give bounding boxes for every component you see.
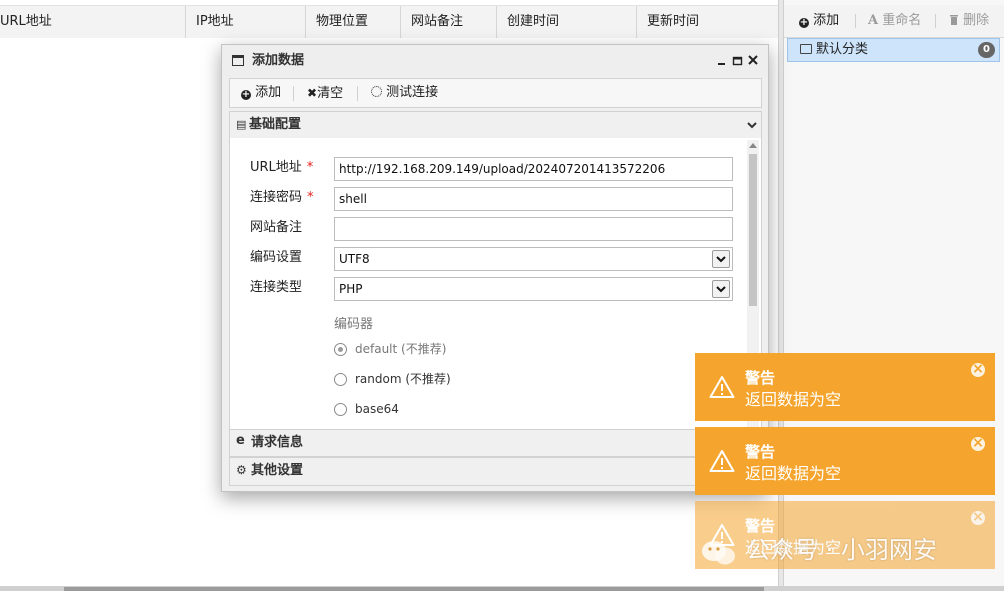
watermark-text: 公众号 · 小羽网安 bbox=[746, 536, 937, 564]
section-request-info[interactable]: e 请求信息 bbox=[229, 429, 762, 457]
note-label: 网站备注 bbox=[250, 220, 303, 235]
add-category-button[interactable]: + 添加 bbox=[799, 5, 839, 37]
rename-category-button[interactable]: A 重命名 bbox=[868, 5, 921, 37]
watermark: 公众号 · 小羽网安 bbox=[700, 533, 937, 567]
category-item-default[interactable]: 默认分类 0 bbox=[787, 38, 1000, 62]
toast-title: 警告 bbox=[745, 369, 776, 387]
encoding-value: UTF8 bbox=[339, 252, 370, 266]
toolbar-divider bbox=[293, 86, 294, 101]
font-a-icon: A bbox=[868, 13, 879, 28]
dialog-title: 添加数据 bbox=[252, 53, 305, 68]
toast-title: 警告 bbox=[745, 443, 776, 461]
document-icon: ▤ bbox=[236, 118, 247, 131]
column-header-location[interactable]: 物理位置 bbox=[306, 6, 401, 38]
host-table-header: URL地址 IP地址 物理位置 网站备注 创建时间 更新时间 bbox=[0, 5, 778, 39]
encoder-option-label: random (不推荐) bbox=[355, 372, 451, 386]
chevron-down-icon bbox=[747, 119, 757, 129]
url-label: URL地址 * bbox=[250, 160, 314, 175]
toast-message: 返回数据为空 bbox=[745, 390, 842, 409]
section-basic-title: 基础配置 bbox=[249, 117, 302, 132]
clear-label: 清空 bbox=[317, 86, 344, 101]
encoding-label: 编码设置 bbox=[250, 250, 303, 265]
wechat-icon bbox=[700, 539, 738, 567]
required-mark: * bbox=[307, 190, 314, 205]
warning-icon bbox=[709, 375, 735, 399]
encoder-label: 编码器 bbox=[334, 317, 374, 332]
section-basic-config[interactable]: ▤ 基础配置 bbox=[229, 111, 762, 139]
plus-circle-icon: + bbox=[241, 89, 251, 100]
category-count-badge: 0 bbox=[978, 42, 995, 58]
close-icon[interactable] bbox=[971, 360, 985, 378]
add-data-dialog: 添加数据 + 添加 ✖清空 测试连接 ▤ 基础配置 URL地址 * http:/… bbox=[221, 44, 769, 492]
encoder-radio-random[interactable] bbox=[334, 373, 347, 386]
url-input[interactable]: http://192.168.209.149/upload/2024072014… bbox=[334, 157, 733, 181]
add-button[interactable]: + 添加 bbox=[241, 79, 281, 107]
warning-icon bbox=[709, 449, 735, 473]
toolbar-divider bbox=[935, 14, 936, 28]
window-icon bbox=[232, 55, 244, 66]
ie-icon: e bbox=[236, 433, 245, 448]
encoder-radio-base64[interactable] bbox=[334, 403, 347, 416]
spinner-icon bbox=[371, 86, 382, 97]
type-select[interactable]: PHP bbox=[334, 277, 733, 301]
rename-category-label: 重命名 bbox=[882, 13, 922, 28]
delete-category-button[interactable]: 删除 bbox=[949, 5, 989, 37]
basic-config-form: URL地址 * http://192.168.209.149/upload/202… bbox=[229, 138, 762, 429]
toast-message: 返回数据为空 bbox=[745, 464, 842, 483]
category-label: 默认分类 bbox=[816, 42, 869, 57]
column-header-created[interactable]: 创建时间 bbox=[497, 6, 637, 38]
form-scrollbar-thumb[interactable] bbox=[749, 154, 757, 306]
toolbar-divider bbox=[357, 86, 358, 101]
add-label: 添加 bbox=[255, 85, 282, 100]
type-label: 连接类型 bbox=[250, 280, 303, 295]
warning-toast[interactable]: 警告 返回数据为空 bbox=[695, 427, 995, 495]
plus-circle-icon: + bbox=[799, 17, 809, 28]
column-header-url[interactable]: URL地址 bbox=[0, 6, 186, 38]
chevron-down-icon[interactable] bbox=[712, 280, 730, 298]
required-mark: * bbox=[306, 160, 314, 175]
note-input[interactable] bbox=[334, 217, 733, 241]
test-connection-button[interactable]: 测试连接 bbox=[371, 79, 438, 107]
close-icon[interactable] bbox=[971, 508, 985, 526]
section-other-title: 其他设置 bbox=[251, 463, 304, 478]
password-input[interactable]: shell bbox=[334, 187, 733, 211]
encoding-select[interactable]: UTF8 bbox=[334, 247, 733, 271]
column-header-note[interactable]: 网站备注 bbox=[401, 6, 497, 38]
type-value: PHP bbox=[339, 282, 363, 296]
category-toolbar: + 添加 A 重命名 删除 bbox=[784, 5, 1004, 38]
encoder-option-label: base64 bbox=[355, 402, 399, 416]
section-other-settings[interactable]: ⚙ 其他设置 bbox=[229, 457, 762, 486]
encoder-option-label: default (不推荐) bbox=[355, 342, 447, 356]
section-request-title: 请求信息 bbox=[251, 435, 304, 450]
test-connection-label: 测试连接 bbox=[386, 85, 439, 100]
maximize-icon[interactable] bbox=[731, 52, 745, 68]
password-label: 连接密码 * bbox=[250, 190, 314, 205]
close-icon[interactable] bbox=[971, 434, 985, 452]
close-icon[interactable] bbox=[746, 52, 760, 68]
column-header-ip[interactable]: IP地址 bbox=[186, 6, 306, 38]
chevron-down-icon[interactable] bbox=[712, 250, 730, 268]
toolbar-divider bbox=[855, 14, 856, 28]
x-icon: ✖ bbox=[307, 86, 318, 100]
scroll-up-icon[interactable] bbox=[749, 143, 757, 148]
delete-category-label: 删除 bbox=[963, 13, 990, 28]
column-header-updated[interactable]: 更新时间 bbox=[637, 6, 778, 38]
dialog-titlebar[interactable]: 添加数据 bbox=[222, 45, 768, 77]
folder-icon bbox=[800, 44, 812, 54]
horizontal-scrollbar-thumb[interactable] bbox=[64, 587, 764, 591]
minimize-icon[interactable] bbox=[715, 52, 729, 68]
trash-icon bbox=[949, 13, 963, 28]
encoder-radio-default[interactable] bbox=[334, 343, 347, 356]
add-category-label: 添加 bbox=[813, 13, 840, 28]
gears-icon: ⚙ bbox=[236, 463, 247, 477]
warning-toast[interactable]: 警告 返回数据为空 bbox=[695, 353, 995, 421]
clear-button[interactable]: ✖清空 bbox=[307, 79, 343, 107]
dialog-toolbar: + 添加 ✖清空 测试连接 bbox=[229, 78, 762, 108]
